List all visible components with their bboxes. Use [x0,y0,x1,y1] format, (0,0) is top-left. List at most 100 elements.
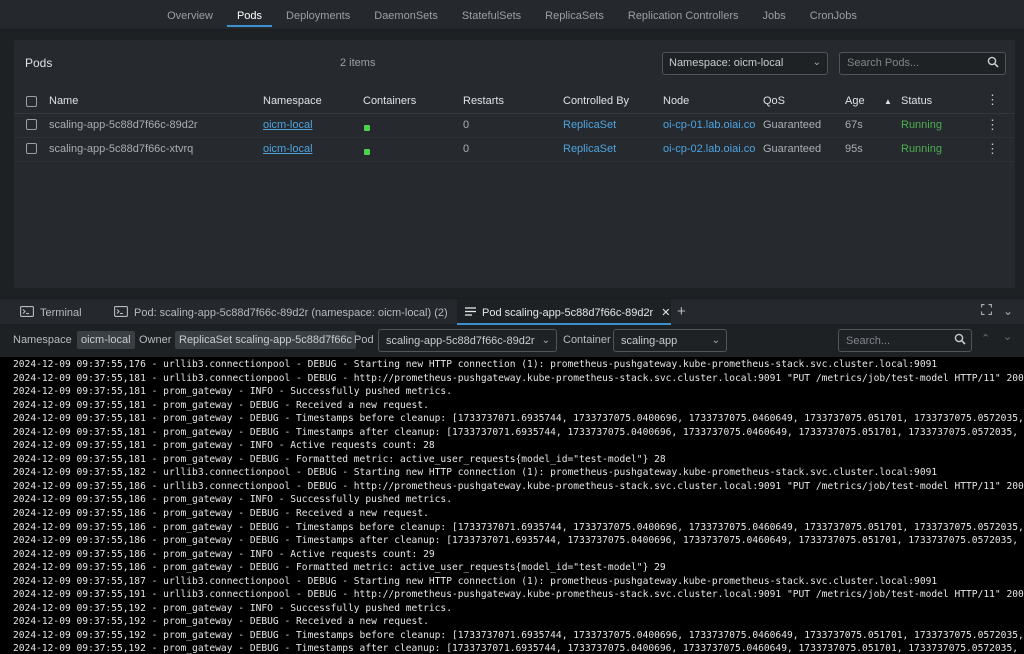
owner-label: Owner [139,334,172,346]
tab-cronjobs[interactable]: CronJobs [798,10,869,29]
log-line: 2024-12-09 09:37:55,186 - prom_gateway -… [13,535,1024,547]
log-line: 2024-12-09 09:37:55,186 - prom_gateway -… [13,494,452,506]
item-count: 2 items [340,57,376,69]
log-line: 2024-12-09 09:37:55,192 - prom_gateway -… [13,643,1024,654]
select-all-checkbox[interactable] [26,96,37,107]
pod-node-link[interactable]: oi-cp-01.lab.oiai.co [663,119,755,131]
pod-age: 67s [845,119,863,131]
chevron-down-icon: ⌄ [541,335,550,346]
log-line: 2024-12-09 09:37:55,192 - prom_gateway -… [13,602,452,614]
column-status[interactable]: Status [901,95,932,107]
namespace-badge: oicm-local [77,331,135,349]
tab-pods[interactable]: Pods [225,10,274,29]
table-row[interactable]: scaling-app-5c88d7f66c-xtvrq oicm-local … [14,138,1015,162]
column-restarts[interactable]: Restarts [463,95,504,107]
log-line: 2024-12-09 09:37:55,181 - prom_gateway -… [13,399,429,411]
log-line: 2024-12-09 09:37:55,176 - urllib3.connec… [13,359,938,370]
owner-badge: ReplicaSet scaling-app-5c88d7f66c [175,331,357,349]
pod-select[interactable]: scaling-app-5c88d7f66c-89d2r ⌄ [378,329,557,352]
column-containers[interactable]: Containers [363,95,416,107]
log-icon [465,307,476,319]
container-select[interactable]: scaling-app ⌄ [613,329,727,352]
log-line: 2024-12-09 09:37:55,186 - urllib3.connec… [13,480,1024,492]
container-status-indicator [363,122,370,134]
dock-tab-pod-logs[interactable]: Pod scaling-app-5c88d7f66c-89d2r ✕ [457,299,671,325]
row-menu-icon[interactable]: ⋮ [986,118,999,131]
chevron-down-icon: ⌄ [812,57,821,68]
chevron-up-icon[interactable]: ⌃ [981,332,990,345]
column-menu-icon[interactable]: ⋮ [986,93,999,106]
pod-select-value: scaling-app-5c88d7f66c-89d2r [386,335,535,347]
pod-controlled-by-link[interactable]: ReplicaSet [563,143,616,155]
container-status-indicator [363,146,370,158]
column-controlled-by[interactable]: Controlled By [563,95,629,107]
container-label: Container [563,334,611,346]
maximize-icon[interactable] [981,304,992,318]
log-line: 2024-12-09 09:37:55,186 - prom_gateway -… [13,521,1024,533]
log-line: 2024-12-09 09:37:55,186 - prom_gateway -… [13,548,435,560]
log-output[interactable]: 2024-12-09 09:37:55,176 - urllib3.connec… [0,357,1024,654]
pod-namespace-link[interactable]: oicm-local [263,119,313,131]
tab-deployments[interactable]: Deployments [274,10,362,29]
row-checkbox[interactable] [26,119,37,130]
log-search-placeholder: Search... [846,335,891,347]
namespace-select[interactable]: Namespace: oicm-local ⌄ [662,52,828,75]
page-title: Pods [25,56,53,70]
chevron-down-icon: ⌄ [711,335,720,346]
pod-controlled-by-link[interactable]: ReplicaSet [563,119,616,131]
column-node[interactable]: Node [663,95,689,107]
tab-overview[interactable]: Overview [155,10,225,29]
log-line: 2024-12-09 09:37:55,191 - urllib3.connec… [13,589,1024,601]
dock-tab-pod-shell[interactable]: Pod: scaling-app-5c88d7f66c-89d2r (names… [114,299,448,325]
terminal-icon [20,306,34,320]
chevron-down-icon[interactable]: ⌄ [1003,330,1012,343]
status-badge: Running [901,119,942,131]
dock-tab-label: Pod scaling-app-5c88d7f66c-89d2r [482,307,654,319]
namespace-label: Namespace [13,334,72,346]
log-line: 2024-12-09 09:37:55,181 - urllib3.connec… [13,372,1024,384]
table-header: Name Namespace Containers Restarts Contr… [14,92,1015,114]
pod-restarts: 0 [463,119,470,131]
dock-tab-label: Pod: scaling-app-5c88d7f66c-89d2r (names… [134,306,448,319]
search-pods-placeholder: Search Pods... [847,57,920,69]
resource-tabs: Overview Pods Deployments DaemonSets Sta… [0,0,1024,30]
row-checkbox[interactable] [26,143,37,154]
row-menu-icon[interactable]: ⋮ [986,142,999,155]
table-row[interactable]: scaling-app-5c88d7f66c-89d2r oicm-local … [14,114,1015,138]
search-icon [954,333,966,348]
log-search-input[interactable]: Search... [838,329,972,352]
pod-restarts: 0 [463,143,470,155]
pod-label: Pod [354,334,374,346]
pod-node-link[interactable]: oi-cp-02.lab.oiai.co [663,143,755,155]
column-namespace[interactable]: Namespace [263,95,322,107]
column-qos[interactable]: QoS [763,95,785,107]
dock-tab-label: Terminal [40,306,82,319]
pod-namespace-link[interactable]: oicm-local [263,143,313,155]
pod-qos: Guaranteed [763,143,822,155]
sort-ascending-icon: ▲ [884,97,892,106]
dock-tab-bar: Terminal Pod: scaling-app-5c88d7f66c-89d… [0,298,1024,325]
log-line: 2024-12-09 09:37:55,186 - prom_gateway -… [13,508,429,520]
tab-replicasets[interactable]: ReplicaSets [533,10,616,29]
log-line: 2024-12-09 09:37:55,181 - prom_gateway -… [13,453,666,465]
close-icon[interactable]: ✕ [661,307,670,319]
tab-jobs[interactable]: Jobs [751,10,798,29]
tab-replication-controllers[interactable]: Replication Controllers [616,10,751,29]
dock-tab-terminal[interactable]: Terminal [20,299,82,325]
column-age[interactable]: Age [845,95,865,107]
column-name[interactable]: Name [49,95,78,107]
log-line: 2024-12-09 09:37:55,181 - prom_gateway -… [13,413,1024,425]
container-select-value: scaling-app [621,335,678,347]
search-pods-input[interactable]: Search Pods... [839,52,1006,75]
tab-daemonsets[interactable]: DaemonSets [362,10,450,29]
pod-name: scaling-app-5c88d7f66c-xtvrq [49,143,194,155]
log-filter-bar: Namespace oicm-local Owner ReplicaSet sc… [0,325,1024,356]
pod-name: scaling-app-5c88d7f66c-89d2r [49,119,198,131]
add-tab-icon[interactable]: + [677,303,686,320]
log-line: 2024-12-09 09:37:55,186 - prom_gateway -… [13,562,666,574]
tab-statefulsets[interactable]: StatefulSets [450,10,533,29]
log-line: 2024-12-09 09:37:55,187 - urllib3.connec… [13,575,938,587]
terminal-icon [114,306,128,320]
log-line: 2024-12-09 09:37:55,181 - prom_gateway -… [13,426,1024,438]
chevron-down-icon[interactable]: ⌄ [1003,304,1013,318]
